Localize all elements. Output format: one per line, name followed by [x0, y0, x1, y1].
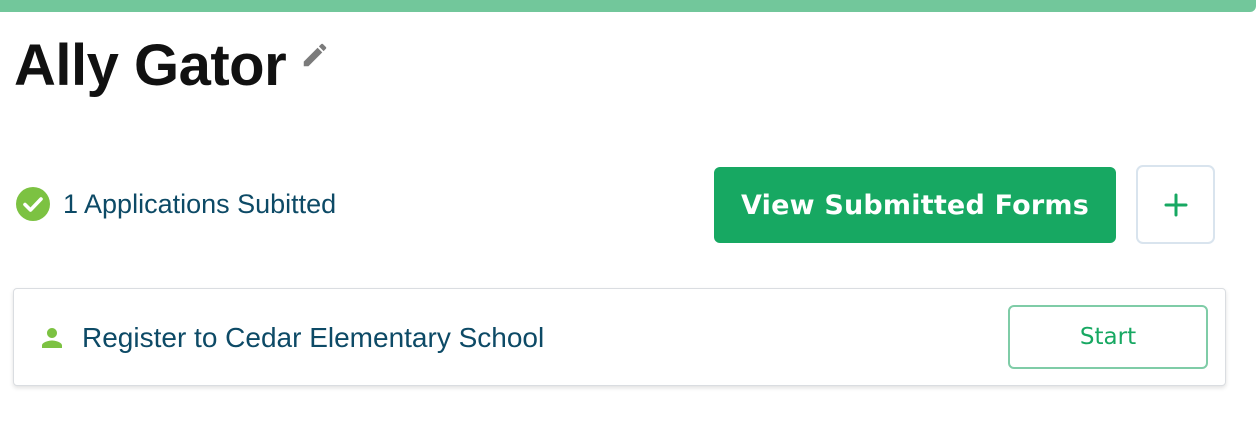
- check-circle-icon: [16, 187, 50, 221]
- status-text: 1 Applications Subitted: [63, 188, 337, 219]
- applications-status: 1 Applications Subitted: [16, 184, 336, 224]
- top-accent-bar: [0, 0, 1256, 12]
- plus-icon: [1164, 193, 1187, 216]
- view-submitted-forms-button[interactable]: View Submitted Forms: [714, 167, 1116, 243]
- form-card: Register to Cedar Elementary School Star…: [13, 288, 1226, 386]
- add-button[interactable]: [1136, 165, 1215, 244]
- start-button[interactable]: Start: [1008, 305, 1208, 369]
- page-title: Ally Gator: [14, 33, 287, 98]
- form-title: Register to Cedar Elementary School: [82, 322, 545, 353]
- name-header: Ally Gator: [14, 30, 332, 102]
- person-icon: [36, 321, 68, 355]
- pencil-icon[interactable]: [298, 38, 332, 72]
